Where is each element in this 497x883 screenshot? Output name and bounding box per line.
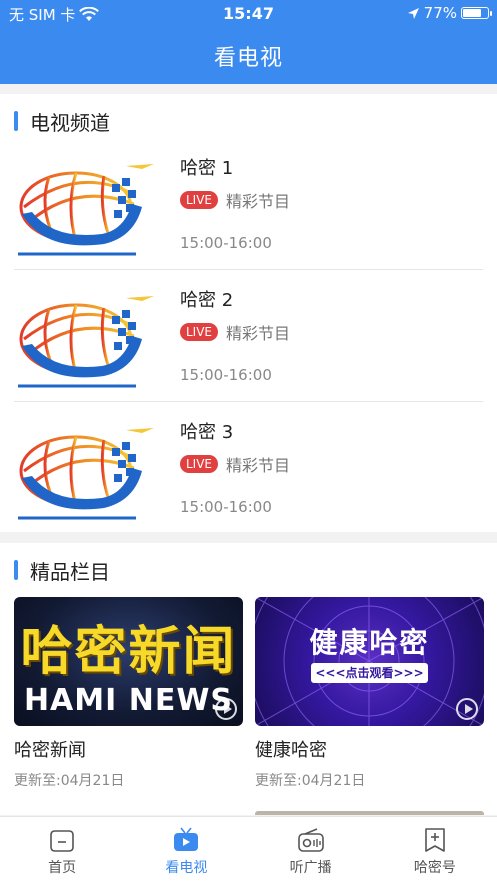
- tv-icon: [174, 827, 199, 851]
- thumbnail-title: 哈密新闻: [20, 622, 237, 682]
- tab-tv[interactable]: 看电视: [124, 817, 248, 883]
- thumbnail-subtitle: <<<点击观看>>>: [315, 666, 424, 680]
- featured-thumbnail: 哈密新闻 HAMI NEWS: [14, 597, 243, 726]
- tab-hami-account[interactable]: 哈密号: [373, 817, 497, 883]
- hami-account-icon: [425, 828, 445, 852]
- channel-logo: [18, 428, 154, 520]
- play-icon: [215, 698, 237, 720]
- card-updated: 更新至:04月21日: [255, 773, 366, 789]
- channel-row[interactable]: 哈密 1 LIVE 精彩节目 15:00-16:00: [0, 138, 497, 270]
- channel-name: 哈密 3: [180, 422, 234, 443]
- card-updated: 更新至:04月21日: [14, 773, 125, 789]
- program-time: 15:00-16:00: [180, 366, 272, 384]
- program-time: 15:00-16:00: [180, 498, 272, 516]
- tunnel-pattern: [255, 597, 484, 726]
- section-title: 电视频道: [30, 110, 110, 135]
- channel-logo: [18, 164, 154, 256]
- card-title: 健康哈密: [255, 740, 327, 761]
- tv-channels-section: 电视频道 哈密 1 LIVE 精彩节目 15:00-16:00 哈密 2 LIV…: [0, 94, 497, 532]
- program-name: 精彩节目: [226, 324, 291, 343]
- battery-icon: [461, 7, 492, 19]
- section-accent-bar: [14, 560, 18, 580]
- card-title: 哈密新闻: [14, 740, 86, 761]
- channel-logo: [18, 296, 154, 388]
- featured-card-hami-news[interactable]: 哈密新闻 HAMI NEWS 哈密新闻 更新至:04月21日: [14, 597, 243, 790]
- radio-icon: [297, 828, 324, 852]
- section-accent-bar: [14, 111, 18, 131]
- next-row-thumbnail-peek: [255, 811, 484, 815]
- tab-label: 听广播: [289, 860, 332, 876]
- play-icon: [456, 698, 478, 720]
- status-bar: 无 SIM 卡 15:47 77%: [0, 0, 497, 28]
- tab-label: 哈密号: [413, 860, 456, 876]
- watch-button-bg: <<<点击观看>>>: [311, 663, 428, 683]
- app-header: 无 SIM 卡 15:47 77% 看电视: [0, 0, 497, 84]
- tab-label: 首页: [48, 860, 77, 876]
- program-name: 精彩节目: [226, 456, 291, 475]
- live-badge: LIVE: [180, 323, 219, 341]
- thumbnail-title: 健康哈密: [309, 626, 430, 659]
- live-badge: LIVE: [180, 455, 219, 473]
- section-title: 精品栏目: [30, 559, 110, 584]
- program-name: 精彩节目: [226, 192, 291, 211]
- channel-row[interactable]: 哈密 3 LIVE 精彩节目 15:00-16:00: [0, 402, 497, 534]
- bottom-tab-bar: 首页 看电视 听广播 哈密号: [0, 816, 497, 883]
- tab-radio[interactable]: 听广播: [249, 817, 373, 883]
- channel-name: 哈密 2: [180, 290, 234, 311]
- featured-thumbnail: 健康哈密 <<<点击观看>>>: [255, 597, 484, 726]
- live-badge: LIVE: [180, 191, 219, 209]
- channel-name: 哈密 1: [180, 158, 234, 179]
- featured-card-health-hami[interactable]: 健康哈密 <<<点击观看>>> 健康哈密 更新至:04月21日: [255, 597, 484, 790]
- featured-section: 精品栏目 哈密新闻 HAMI NEWS 哈密新闻 更新至:04月21日 健康哈密…: [0, 543, 497, 815]
- tab-label: 看电视: [165, 860, 208, 876]
- battery-percent: 77%: [423, 4, 457, 22]
- home-icon: [50, 830, 74, 852]
- program-time: 15:00-16:00: [180, 234, 272, 252]
- tab-home[interactable]: 首页: [0, 817, 124, 883]
- location-arrow-icon: [407, 7, 419, 19]
- page-title: 看电视: [213, 46, 283, 71]
- thumbnail-subtitle: HAMI NEWS: [23, 683, 234, 718]
- channel-row[interactable]: 哈密 2 LIVE 精彩节目 15:00-16:00: [0, 270, 497, 402]
